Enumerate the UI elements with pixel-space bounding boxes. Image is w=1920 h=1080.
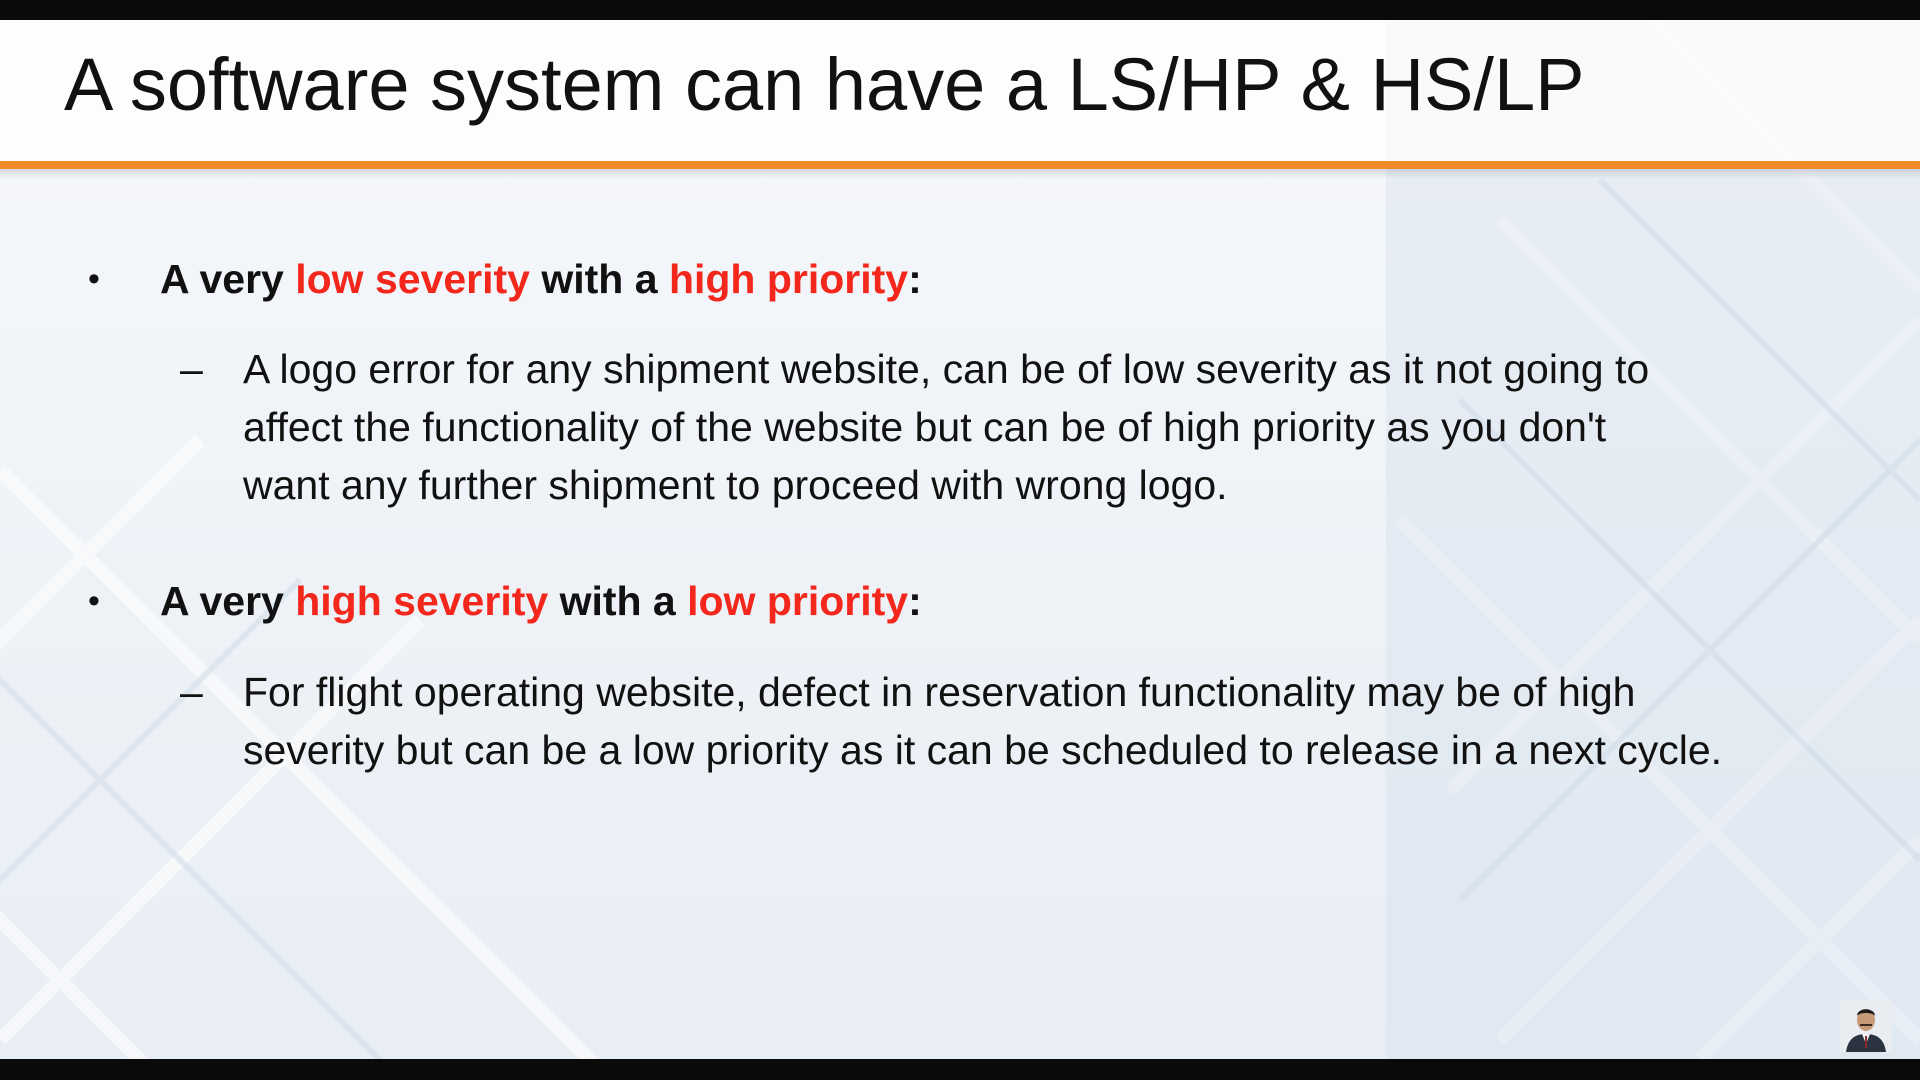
presenter-avatar-icon [1840, 1000, 1892, 1052]
sub-bullet-text: For flight operating website, defect in … [243, 663, 1823, 779]
video-bottom-bar [0, 1059, 1920, 1080]
bullet-highlight-priority: high priority [668, 256, 909, 302]
bullet-prefix: A very [160, 256, 296, 302]
bullet-prefix: A very [160, 578, 296, 624]
bullet-marker: • [88, 260, 100, 298]
sub-bullet-line: For flight operating website, defect in … [243, 669, 1636, 715]
video-frame: A software system can have a LS/HP & HS/… [0, 0, 1920, 1080]
bullet-highlight-priority: low priority [687, 578, 909, 624]
sub-bullet-line: A logo error for any shipment website, c… [243, 346, 1650, 392]
bullet-middle: with a [529, 256, 669, 302]
bullet-suffix: : [908, 578, 922, 624]
bullet-highlight-severity: high severity [295, 578, 549, 624]
sub-bullet-text: A logo error for any shipment website, c… [243, 340, 1823, 514]
bullet-suffix: : [908, 256, 922, 302]
bullet-heading: A very low severity with a high priority… [160, 250, 922, 308]
sub-bullet-marker: – [180, 346, 203, 392]
sub-bullet-line: severity but can be a low priority as it… [243, 727, 1723, 773]
slide: A software system can have a LS/HP & HS/… [0, 20, 1920, 1059]
slide-content: • A very low severity with a high priori… [0, 20, 1920, 1059]
sub-bullet-line: affect the functionality of the website … [243, 404, 1607, 450]
bullet-heading: A very high severity with a low priority… [160, 572, 922, 630]
bullet-marker: • [88, 582, 100, 620]
bullet-highlight-severity: low severity [295, 256, 530, 302]
sub-bullet-line: want any further shipment to proceed wit… [243, 462, 1228, 508]
bullet-middle: with a [548, 578, 688, 624]
sub-bullet-marker: – [180, 669, 203, 715]
